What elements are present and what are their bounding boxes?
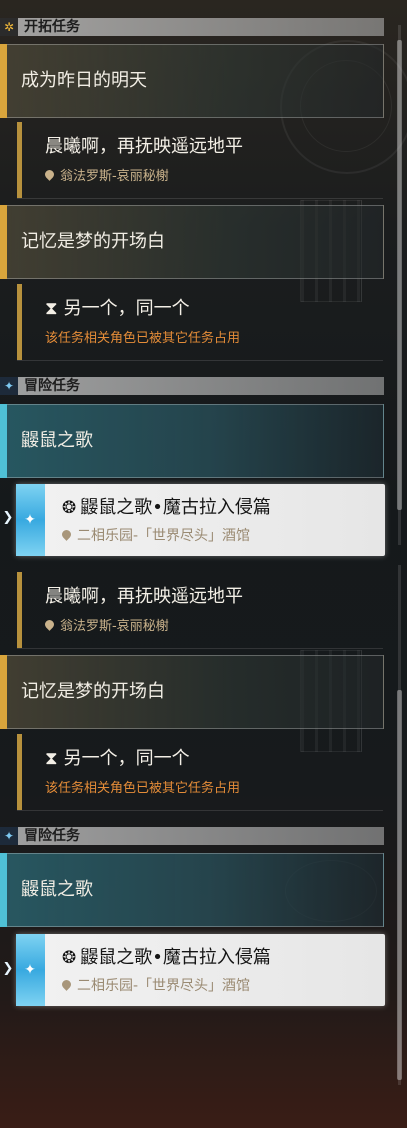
mole-quest-icon: ❂ — [62, 498, 77, 518]
mole-quest-icon: ❂ — [62, 948, 77, 968]
sparkle-icon: ✦ — [24, 962, 36, 978]
chapter-accent-bar — [0, 205, 7, 279]
quest-title: ❂ 鼹鼠之歌•魔古拉入侵篇 — [62, 945, 271, 971]
scrollbar-thumb[interactable] — [397, 40, 402, 510]
category-title: 冒险任务 — [24, 378, 80, 394]
category-header-trailblaze: ✲ 开拓任务 — [0, 18, 384, 36]
category-title: 开拓任务 — [24, 19, 80, 35]
chapter-row[interactable]: 记忆是梦的开场白 — [0, 205, 384, 279]
quest-accent-bar — [17, 734, 22, 810]
quest-warning: 该任务相关角色已被其它任务占用 — [45, 331, 241, 346]
location-pin-icon — [60, 978, 73, 991]
chapter-row[interactable]: 记忆是梦的开场白 — [0, 655, 384, 729]
chapter-title: 成为昨日的明天 — [21, 70, 147, 91]
quest-location: 翁法罗斯-哀丽秘榭 — [43, 168, 169, 186]
chapter-accent-bar — [0, 853, 7, 927]
quest-title: 晨曦啊，再抚映遥远地平 — [45, 136, 243, 157]
quest-location: 二相乐园-「世界尽头」酒馆 — [60, 977, 250, 995]
quest-location: 二相乐园-「世界尽头」酒馆 — [60, 527, 250, 545]
category-header-adventure: ✦ 冒险任务 — [0, 827, 384, 845]
hourglass-icon: ⧗ — [45, 748, 58, 769]
quest-title: 晨曦啊，再抚映遥远地平 — [45, 586, 243, 607]
sparkle-icon: ✦ — [0, 827, 18, 845]
chapter-row[interactable]: 鼹鼠之歌 — [0, 853, 384, 927]
location-pin-icon — [43, 618, 56, 631]
star-burst-icon: ✲ — [0, 18, 18, 36]
chapter-title: 记忆是梦的开场白 — [21, 681, 165, 702]
quest-accent-bar — [17, 572, 22, 648]
selected-quest-card[interactable]: ✦ ❂ 鼹鼠之歌•魔古拉入侵篇 二相乐园-「世界尽头」酒馆 — [16, 484, 385, 556]
hourglass-icon: ⧗ — [45, 298, 58, 319]
quest-title: ⧗ 另一个，同一个 — [45, 296, 190, 322]
chapter-title: 鼹鼠之歌 — [21, 430, 93, 451]
quest-warning: 该任务相关角色已被其它任务占用 — [45, 781, 241, 796]
sparkle-icon: ✦ — [0, 377, 18, 395]
quest-item[interactable]: 晨曦啊，再抚映遥远地平 翁法罗斯-哀丽秘榭 — [17, 122, 383, 199]
quest-item[interactable]: ⧗ 另一个，同一个 该任务相关角色已被其它任务占用 — [17, 734, 383, 811]
scrollbar-thumb[interactable] — [397, 690, 402, 1080]
location-pin-icon — [43, 168, 56, 181]
quest-item[interactable]: 晨曦啊，再抚映遥远地平 翁法罗斯-哀丽秘榭 — [17, 572, 383, 649]
selection-pointer-icon: ❯ — [2, 510, 14, 525]
quest-title: ⧗ 另一个，同一个 — [45, 746, 190, 772]
chapter-title: 记忆是梦的开场白 — [21, 231, 165, 252]
selection-pointer-icon: ❯ — [2, 961, 14, 976]
location-pin-icon — [60, 528, 73, 541]
quest-location: 翁法罗斯-哀丽秘榭 — [43, 618, 169, 636]
chapter-accent-bar — [0, 404, 7, 478]
sparkle-icon: ✦ — [24, 512, 36, 528]
category-title: 冒险任务 — [24, 828, 80, 844]
chapter-accent-bar — [0, 44, 7, 118]
quest-title: ❂ 鼹鼠之歌•魔古拉入侵篇 — [62, 495, 271, 521]
quest-accent-bar — [17, 122, 22, 198]
category-header-adventure: ✦ 冒险任务 — [0, 377, 384, 395]
chapter-accent-bar — [0, 655, 7, 729]
quest-item[interactable]: ⧗ 另一个，同一个 该任务相关角色已被其它任务占用 — [17, 284, 383, 361]
chapter-title: 鼹鼠之歌 — [21, 879, 93, 900]
chapter-row[interactable]: 鼹鼠之歌 — [0, 404, 384, 478]
chapter-row[interactable]: 成为昨日的明天 — [0, 44, 384, 118]
quest-accent-bar — [17, 284, 22, 360]
selected-quest-card[interactable]: ✦ ❂ 鼹鼠之歌•魔古拉入侵篇 二相乐园-「世界尽头」酒馆 — [16, 934, 385, 1006]
